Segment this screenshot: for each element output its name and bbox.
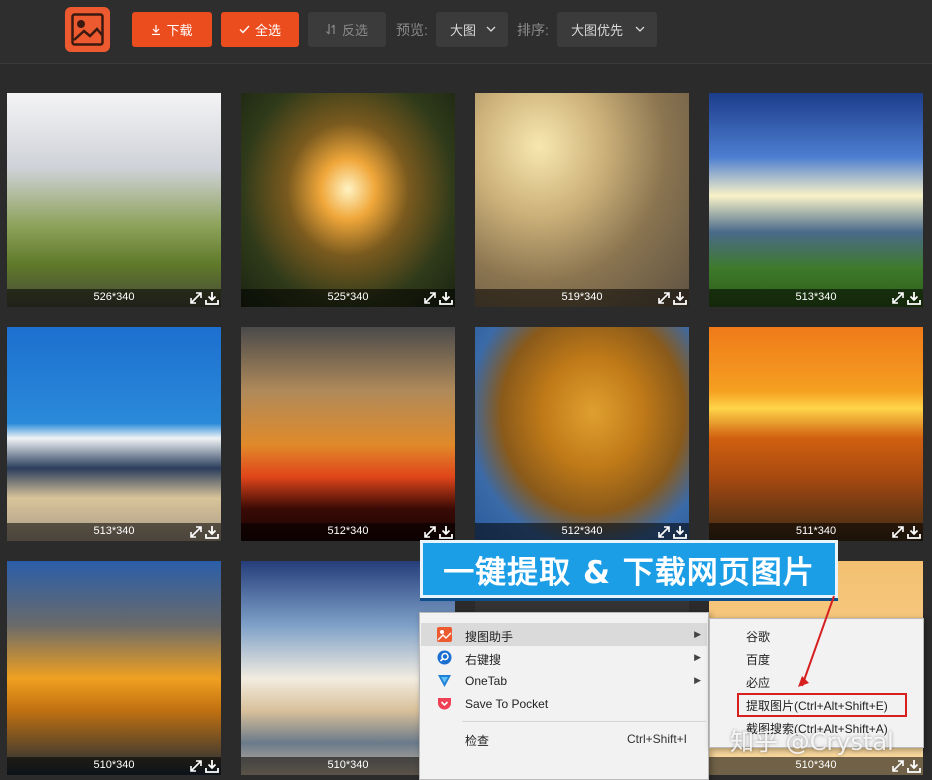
download-icon	[152, 24, 161, 35]
image-thumbnail[interactable]	[709, 327, 923, 541]
select-all-button[interactable]: 全选	[221, 12, 299, 47]
expand-icon[interactable]	[891, 759, 905, 773]
submenu-item-baidu[interactable]: 百度	[746, 651, 770, 668]
preview-select-value: 大图	[450, 23, 477, 38]
menu-item-label: 搜图助手	[465, 630, 514, 644]
image-thumbnail[interactable]	[241, 93, 455, 307]
invert-selection-button[interactable]: 反选	[308, 12, 386, 47]
download-icon[interactable]	[907, 759, 921, 773]
expand-icon[interactable]	[189, 291, 203, 305]
pointer-arrow	[798, 595, 835, 687]
chevron-down-icon	[486, 26, 496, 32]
menu-item-inspect[interactable]: 检查 Ctrl+Shift+I	[421, 727, 707, 750]
image-thumbnail[interactable]	[7, 327, 221, 541]
image-thumbnail[interactable]	[7, 93, 221, 307]
expand-icon[interactable]	[891, 525, 905, 539]
onetab-icon	[438, 675, 451, 687]
check-icon	[239, 25, 250, 34]
image-caption: 510*340	[7, 757, 221, 775]
menu-item-label: OneTab	[465, 674, 508, 688]
chevron-down-icon	[635, 26, 645, 32]
expand-icon[interactable]	[189, 759, 203, 773]
download-button[interactable]: 下载	[132, 12, 212, 47]
expand-icon[interactable]	[657, 291, 671, 305]
menu-item-label: 检查	[465, 734, 490, 748]
download-icon[interactable]	[205, 525, 219, 539]
download-icon[interactable]	[907, 291, 921, 305]
menu-separator	[462, 721, 706, 722]
expand-icon[interactable]	[423, 291, 437, 305]
expand-icon[interactable]	[423, 525, 437, 539]
app-logo	[65, 7, 110, 52]
image-thumbnail[interactable]	[475, 327, 689, 541]
expand-icon[interactable]	[891, 291, 905, 305]
toolbar: 下载 全选 反选 预览: 大图 排序: 大图优先	[0, 0, 932, 64]
invert-selection-label: 反选	[341, 23, 368, 38]
promo-banner: 一键提取 & 下载网页图片	[420, 540, 838, 598]
image-tile[interactable]: 512*340	[475, 327, 689, 541]
menu-item-right-search[interactable]: 右键搜 ▶	[421, 646, 707, 669]
submenu-item-bing[interactable]: 必应	[746, 674, 770, 691]
image-caption: 512*340	[241, 523, 455, 541]
expand-icon[interactable]	[657, 525, 671, 539]
context-menu: 搜图助手 ▶ 右键搜 ▶ OneTab ▶ Save To Pocket 检查 …	[419, 612, 709, 780]
download-icon[interactable]	[439, 291, 453, 305]
menu-item-onetab[interactable]: OneTab ▶	[421, 669, 707, 692]
image-thumbnail[interactable]	[241, 327, 455, 541]
image-caption: 519*340	[475, 289, 689, 307]
download-icon[interactable]	[673, 525, 687, 539]
download-icon[interactable]	[907, 525, 921, 539]
submenu-item-google[interactable]: 谷歌	[746, 628, 770, 645]
image-caption: 513*340	[709, 289, 923, 307]
pocket-icon	[438, 698, 451, 710]
banner-text: 一键提取 & 下载网页图片	[443, 554, 815, 591]
menu-item-image-search[interactable]: 搜图助手 ▶	[421, 623, 707, 646]
image-thumbnail[interactable]	[7, 561, 221, 775]
download-icon[interactable]	[673, 291, 687, 305]
expand-icon[interactable]	[189, 525, 203, 539]
menu-item-shortcut: Ctrl+Shift+I	[626, 732, 687, 746]
image-caption: 512*340	[475, 523, 689, 541]
select-all-button-label: 全选	[254, 23, 281, 38]
submenu-arrow-icon: ▶	[694, 675, 701, 685]
menu-item-label: Save To Pocket	[465, 697, 549, 711]
image-search-icon	[437, 627, 452, 642]
preview-select[interactable]: 大图	[436, 12, 508, 47]
sort-select[interactable]: 大图优先	[557, 12, 657, 47]
image-tile[interactable]: 519*340	[475, 93, 689, 307]
image-caption: 510*340	[709, 757, 923, 775]
image-caption: 513*340	[7, 523, 221, 541]
image-caption: 525*340	[241, 289, 455, 307]
image-caption: 511*340	[709, 523, 923, 541]
download-icon[interactable]	[205, 759, 219, 773]
image-caption: 526*340	[7, 289, 221, 307]
menu-item-save-to-pocket[interactable]: Save To Pocket	[421, 692, 707, 715]
submenu-arrow-icon: ▶	[694, 652, 701, 662]
sort-select-value: 大图优先	[571, 23, 624, 38]
watermark: 知乎 @Crystal	[730, 728, 894, 756]
submenu-arrow-icon: ▶	[694, 629, 701, 639]
download-icon[interactable]	[439, 525, 453, 539]
sort-label: 排序:	[517, 22, 549, 38]
image-tile[interactable]: 526*340	[7, 93, 221, 307]
image-tile[interactable]: 525*340	[241, 93, 455, 307]
image-tile[interactable]: 512*340	[241, 327, 455, 541]
image-thumbnail[interactable]	[475, 93, 689, 307]
image-tile[interactable]: 513*340	[709, 93, 923, 307]
image-tile[interactable]: 511*340	[709, 327, 923, 541]
swap-icon	[326, 24, 335, 35]
image-tile[interactable]: 510*340	[7, 561, 221, 775]
image-tile[interactable]: 513*340	[7, 327, 221, 541]
image-thumbnail[interactable]	[709, 93, 923, 307]
preview-label: 预览:	[396, 22, 428, 38]
download-icon[interactable]	[205, 291, 219, 305]
magnifier-icon	[437, 650, 452, 665]
menu-item-label: 右键搜	[465, 653, 502, 667]
download-button-label: 下载	[166, 23, 193, 38]
